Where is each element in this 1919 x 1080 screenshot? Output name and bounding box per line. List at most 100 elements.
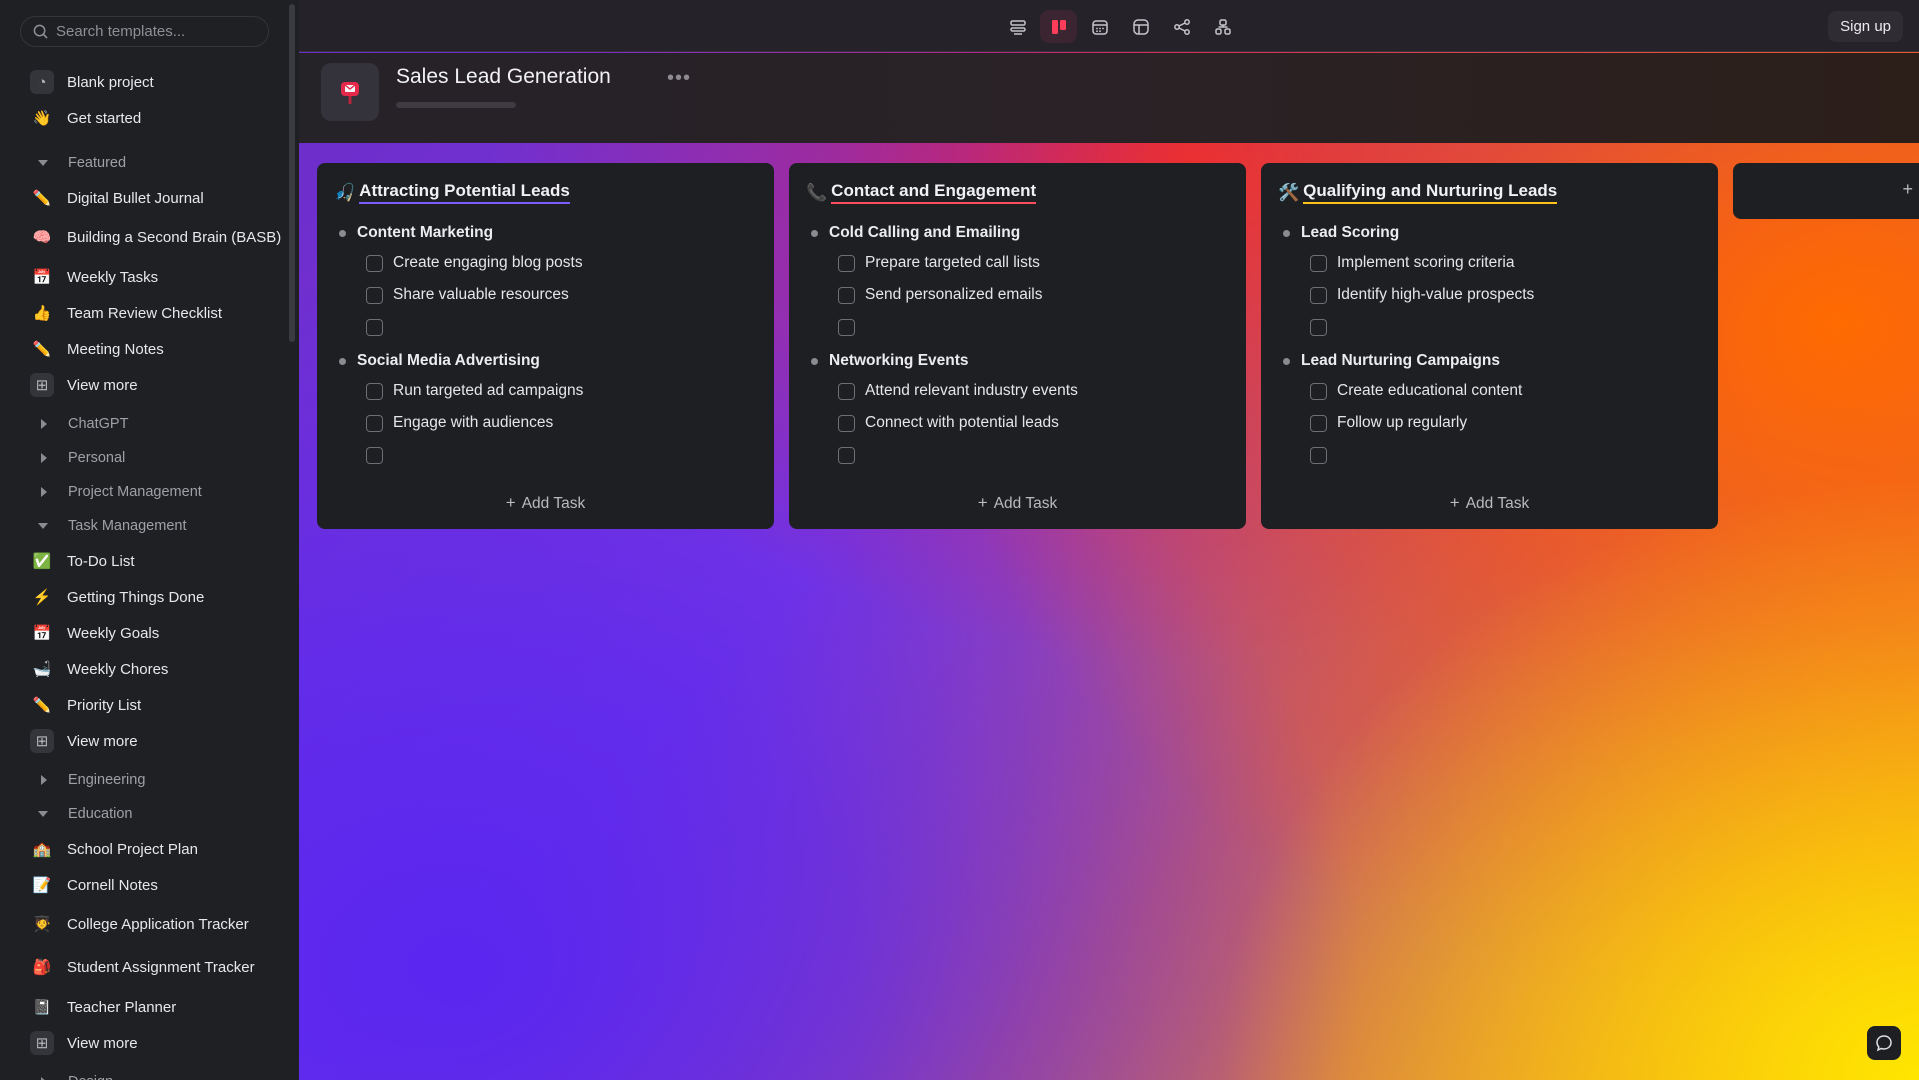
list-view-button[interactable] bbox=[999, 10, 1036, 43]
task-item[interactable]: Share valuable resources bbox=[339, 279, 759, 311]
task-item[interactable]: Identify high-value prospects bbox=[1283, 279, 1703, 311]
sidebar-section-engineering[interactable]: Engineering bbox=[0, 763, 290, 797]
sidebar-item-school-project-plan[interactable]: 🏫 School Project Plan bbox=[0, 831, 290, 867]
add-column-card[interactable]: + bbox=[1733, 163, 1919, 219]
hierarchy-view-button[interactable] bbox=[1204, 10, 1241, 43]
task-label[interactable]: Engage with audiences bbox=[393, 414, 553, 432]
task-group-heading[interactable]: Cold Calling and Emailing bbox=[811, 219, 1231, 247]
task-item[interactable] bbox=[339, 311, 759, 343]
task-item[interactable]: Connect with potential leads bbox=[811, 407, 1231, 439]
task-item[interactable]: Create engaging blog posts bbox=[339, 247, 759, 279]
task-label[interactable]: Attend relevant industry events bbox=[865, 382, 1078, 400]
sidebar-item-view-more[interactable]: ⊞ View more bbox=[0, 1025, 290, 1061]
task-item[interactable]: Prepare targeted call lists bbox=[811, 247, 1231, 279]
sidebar-item-view-more[interactable]: ⊞ View more bbox=[0, 367, 290, 403]
task-item[interactable] bbox=[1283, 439, 1703, 471]
add-task-button[interactable]: + Add Task bbox=[317, 493, 774, 513]
task-label[interactable]: Follow up regularly bbox=[1337, 414, 1467, 432]
sidebar-item-view-more[interactable]: ⊞ View more bbox=[0, 723, 290, 759]
sidebar-item-college-application-tracker[interactable]: 🧑‍🎓 College Application Tracker bbox=[0, 903, 290, 946]
sidebar-item-teacher-planner[interactable]: 📓 Teacher Planner bbox=[0, 989, 290, 1025]
task-group-heading[interactable]: Social Media Advertising bbox=[339, 347, 759, 375]
mailbox-icon[interactable] bbox=[321, 63, 379, 121]
task-checkbox[interactable] bbox=[1310, 254, 1327, 272]
sidebar-section-project-management[interactable]: Project Management bbox=[0, 475, 290, 509]
chat-button[interactable] bbox=[1867, 1026, 1901, 1060]
sidebar-item-weekly-chores[interactable]: 🛁 Weekly Chores bbox=[0, 651, 290, 687]
task-checkbox[interactable] bbox=[838, 254, 855, 272]
task-group-heading[interactable]: Lead Scoring bbox=[1283, 219, 1703, 247]
task-checkbox[interactable] bbox=[366, 254, 383, 272]
task-checkbox[interactable] bbox=[1310, 446, 1327, 464]
sign-up-button[interactable]: Sign up bbox=[1828, 11, 1903, 42]
task-label[interactable]: Share valuable resources bbox=[393, 286, 569, 304]
task-item[interactable] bbox=[811, 439, 1231, 471]
sidebar-item-weekly-goals[interactable]: 📅 Weekly Goals bbox=[0, 615, 290, 651]
sidebar-section-personal[interactable]: Personal bbox=[0, 441, 290, 475]
sidebar-item-cornell-notes[interactable]: 📝 Cornell Notes bbox=[0, 867, 290, 903]
table-view-button[interactable] bbox=[1122, 10, 1159, 43]
column-title[interactable]: 🎣 Attracting Potential Leads bbox=[334, 181, 570, 204]
sidebar-section-featured[interactable]: Featured bbox=[0, 146, 290, 180]
sidebar-item-to-do-list[interactable]: ✅ To-Do List bbox=[0, 543, 290, 579]
sidebar-section-education[interactable]: Education bbox=[0, 797, 290, 831]
task-item[interactable] bbox=[339, 439, 759, 471]
task-item[interactable]: Run targeted ad campaigns bbox=[339, 375, 759, 407]
task-label[interactable]: Implement scoring criteria bbox=[1337, 254, 1514, 272]
sidebar-item-team-review-checklist[interactable]: 👍 Team Review Checklist bbox=[0, 295, 290, 331]
task-checkbox[interactable] bbox=[838, 286, 855, 304]
column-title[interactable]: 📞 Contact and Engagement bbox=[806, 181, 1037, 204]
task-checkbox[interactable] bbox=[366, 382, 383, 400]
task-checkbox[interactable] bbox=[1310, 286, 1327, 304]
task-checkbox[interactable] bbox=[366, 446, 383, 464]
task-label[interactable]: Run targeted ad campaigns bbox=[393, 382, 583, 400]
more-options-button[interactable]: ••• bbox=[667, 67, 691, 90]
task-checkbox[interactable] bbox=[1310, 318, 1327, 336]
project-title[interactable]: Sales Lead Generation bbox=[396, 65, 611, 89]
sidebar-item-getting-things-done[interactable]: ⚡ Getting Things Done bbox=[0, 579, 290, 615]
task-item[interactable]: Send personalized emails bbox=[811, 279, 1231, 311]
add-task-button[interactable]: + Add Task bbox=[789, 493, 1246, 513]
add-task-button[interactable]: + Add Task bbox=[1261, 493, 1718, 513]
task-checkbox[interactable] bbox=[366, 414, 383, 432]
task-item[interactable]: Implement scoring criteria bbox=[1283, 247, 1703, 279]
sidebar-item-student-assignment-tracker[interactable]: 🎒 Student Assignment Tracker bbox=[0, 946, 290, 989]
task-label[interactable]: Identify high-value prospects bbox=[1337, 286, 1534, 304]
sidebar-item-priority-list[interactable]: ✏️ Priority List bbox=[0, 687, 290, 723]
search-box[interactable] bbox=[20, 16, 269, 47]
sidebar-item-weekly-tasks[interactable]: 📅 Weekly Tasks bbox=[0, 259, 290, 295]
task-checkbox[interactable] bbox=[838, 414, 855, 432]
mindmap-view-button[interactable] bbox=[1163, 10, 1200, 43]
sidebar-section-design[interactable]: Design bbox=[0, 1065, 290, 1080]
task-item[interactable]: Follow up regularly bbox=[1283, 407, 1703, 439]
task-checkbox[interactable] bbox=[366, 286, 383, 304]
sidebar-section-task-management[interactable]: Task Management bbox=[0, 509, 290, 543]
task-label[interactable]: Prepare targeted call lists bbox=[865, 254, 1040, 272]
task-label[interactable]: Create educational content bbox=[1337, 382, 1522, 400]
task-label[interactable]: Create engaging blog posts bbox=[393, 254, 583, 272]
task-group-heading[interactable]: Lead Nurturing Campaigns bbox=[1283, 347, 1703, 375]
task-group-heading[interactable]: Networking Events bbox=[811, 347, 1231, 375]
sidebar-section-chatgpt[interactable]: ChatGPT bbox=[0, 407, 290, 441]
sidebar-item-digital-bullet-journal[interactable]: ✏️ Digital Bullet Journal bbox=[0, 180, 290, 216]
task-checkbox[interactable] bbox=[1310, 414, 1327, 432]
column-title[interactable]: 🛠️ Qualifying and Nurturing Leads bbox=[1278, 181, 1558, 204]
calendar-view-button[interactable] bbox=[1081, 10, 1118, 43]
task-checkbox[interactable] bbox=[838, 446, 855, 464]
sidebar-item-blank-project[interactable]: ◔ Blank project bbox=[0, 64, 290, 100]
sidebar-item-get-started[interactable]: 👋 Get started bbox=[0, 100, 290, 136]
task-item[interactable]: Attend relevant industry events bbox=[811, 375, 1231, 407]
board-view-button[interactable] bbox=[1040, 10, 1077, 43]
task-checkbox[interactable] bbox=[838, 318, 855, 336]
task-item[interactable]: Create educational content bbox=[1283, 375, 1703, 407]
add-column-icon[interactable]: + bbox=[1902, 179, 1913, 200]
task-checkbox[interactable] bbox=[838, 382, 855, 400]
task-item[interactable]: Engage with audiences bbox=[339, 407, 759, 439]
task-checkbox[interactable] bbox=[1310, 382, 1327, 400]
search-input[interactable] bbox=[56, 23, 256, 40]
sidebar-item-building-a-second-brain-basb[interactable]: 🧠 Building a Second Brain (BASB) bbox=[0, 216, 290, 259]
task-group-heading[interactable]: Content Marketing bbox=[339, 219, 759, 247]
task-checkbox[interactable] bbox=[366, 318, 383, 336]
sidebar-item-meeting-notes[interactable]: ✏️ Meeting Notes bbox=[0, 331, 290, 367]
task-label[interactable]: Send personalized emails bbox=[865, 286, 1043, 304]
